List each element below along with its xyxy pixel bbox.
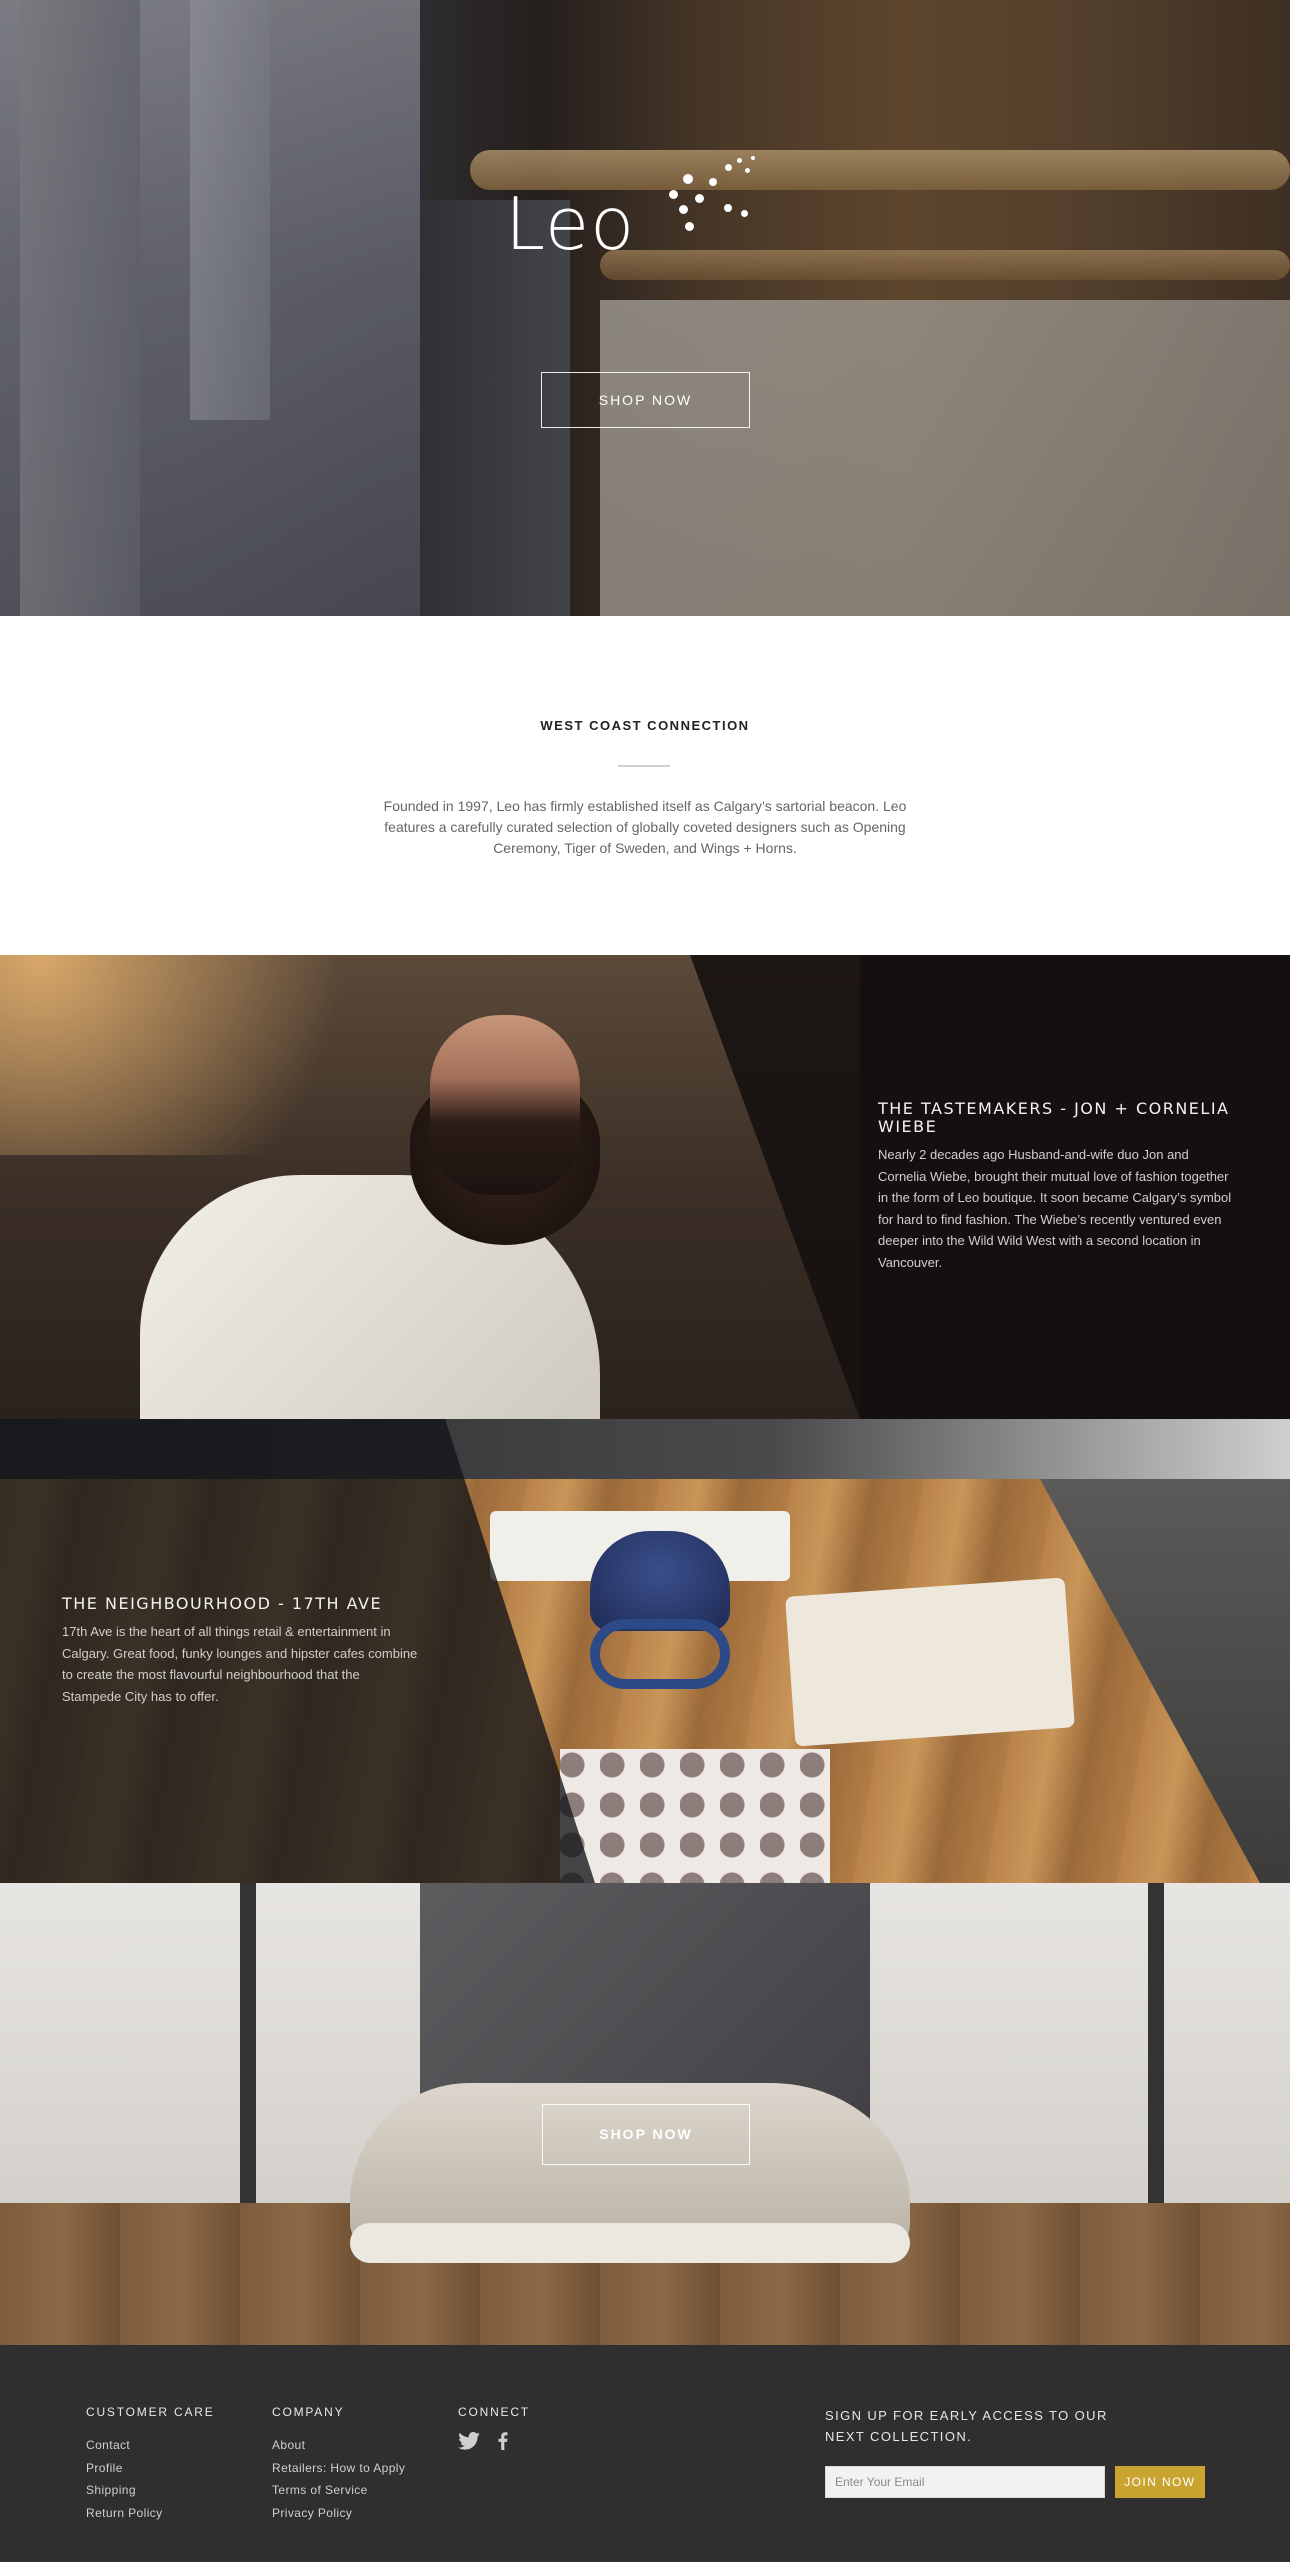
tastemakers-section: THE TASTEMAKERS - JON + CORNELIA WIEBE N… <box>0 955 1290 1419</box>
footer-company: COMPANY About Retailers: How to Apply Te… <box>272 2405 405 2524</box>
footer-link-privacy[interactable]: Privacy Policy <box>272 2502 405 2525</box>
floral-shirt-image <box>560 1749 830 1883</box>
site-footer: CUSTOMER CARE Contact Profile Shipping R… <box>0 2345 1290 2562</box>
twitter-icon[interactable] <box>458 2432 480 2455</box>
cap-image <box>590 1531 730 1631</box>
join-now-button[interactable]: JOIN NOW <box>1114 2466 1205 2498</box>
footer-link-profile[interactable]: Profile <box>86 2457 215 2480</box>
tastemakers-photo <box>140 1015 610 1419</box>
footer-connect: CONNECT <box>458 2405 530 2455</box>
neighbourhood-section: THE NEIGHBOURHOOD - 17TH AVE 17th Ave is… <box>0 1419 1290 1883</box>
promo-background-post <box>1148 1883 1164 2203</box>
newsletter-signup: SIGN UP FOR EARLY ACCESS TO OUR NEXT COL… <box>825 2405 1205 2498</box>
footer-customer-care-heading: CUSTOMER CARE <box>86 2405 215 2419</box>
footer-company-heading: COMPANY <box>272 2405 345 2419</box>
hero-shop-now-button[interactable]: SHOP NOW <box>541 372 750 428</box>
sneaker-sole-image <box>350 2223 910 2263</box>
intro-divider <box>618 765 670 767</box>
tastemakers-body: Nearly 2 decades ago Husband-and-wife du… <box>878 1147 1232 1270</box>
brand-logo-wordmark: Leo <box>505 182 636 266</box>
footer-link-terms[interactable]: Terms of Service <box>272 2479 405 2502</box>
footer-link-retailers[interactable]: Retailers: How to Apply <box>272 2457 405 2480</box>
brand-logo-dots-icon <box>641 150 791 260</box>
intro-section: WEST COAST CONNECTION Founded in 1997, L… <box>0 616 1290 955</box>
newsletter-email-input[interactable] <box>825 2466 1105 2498</box>
belt-image <box>590 1619 730 1689</box>
footer-link-shipping[interactable]: Shipping <box>86 2479 215 2502</box>
promo-background-post <box>240 1883 256 2203</box>
footer-link-return-policy[interactable]: Return Policy <box>86 2502 215 2525</box>
footer-link-about[interactable]: About <box>272 2434 405 2457</box>
footer-link-contact[interactable]: Contact <box>86 2434 215 2457</box>
tastemakers-copy: THE TASTEMAKERS - JON + CORNELIA WIEBE N… <box>878 1100 1233 1273</box>
social-links <box>458 2432 530 2455</box>
brand-logo[interactable]: Leo <box>505 150 791 260</box>
footer-connect-heading: CONNECT <box>458 2405 530 2419</box>
newsletter-lead: SIGN UP FOR EARLY ACCESS TO OUR NEXT COL… <box>825 2408 1108 2444</box>
hero-banner: Leo SHOP NOW <box>0 0 1290 616</box>
chinos-image <box>785 1577 1075 1747</box>
tastemakers-heading: THE TASTEMAKERS - JON + CORNELIA WIEBE <box>878 1099 1230 1136</box>
intro-body: Founded in 1997, Leo has firmly establis… <box>383 798 907 856</box>
neighbourhood-copy: THE NEIGHBOURHOOD - 17TH AVE 17th Ave is… <box>62 1595 422 1707</box>
hero-overlay <box>0 0 1290 616</box>
neighbourhood-heading: THE NEIGHBOURHOOD - 17TH AVE <box>62 1594 383 1613</box>
footer-customer-care: CUSTOMER CARE Contact Profile Shipping R… <box>86 2405 215 2524</box>
facebook-icon[interactable] <box>498 2432 508 2455</box>
promo-shop-now-button[interactable]: SHOP NOW <box>542 2104 750 2165</box>
neighbourhood-body: 17th Ave is the heart of all things reta… <box>62 1624 418 1704</box>
intro-heading: WEST COAST CONNECTION <box>540 718 750 733</box>
